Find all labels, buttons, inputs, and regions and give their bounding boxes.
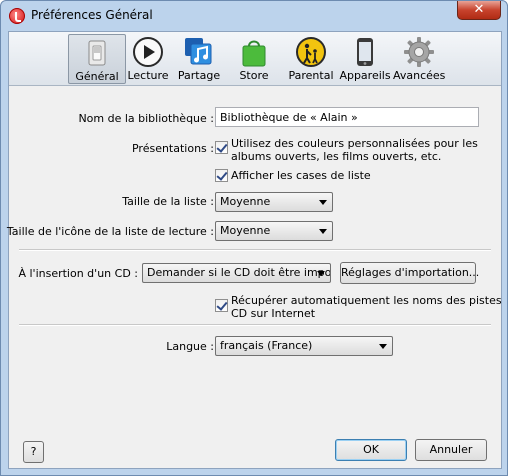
tab-appareils[interactable]: Appareils (339, 34, 391, 84)
help-button[interactable]: ? (23, 441, 44, 463)
parental-icon (296, 37, 326, 67)
auto-retrieve-names-label-line1: Récupérer automatiquement les noms des p… (231, 294, 502, 307)
ok-button[interactable]: OK (335, 439, 407, 461)
cancel-button[interactable]: Annuler (415, 439, 487, 461)
custom-colors-label-line2: albums ouverts, les films ouverts, etc. (231, 150, 442, 163)
tab-lecture[interactable]: Lecture (126, 34, 170, 84)
cd-insert-value: Demander si le CD doit être importé (147, 266, 331, 279)
store-bag-icon (242, 40, 266, 67)
import-settings-button[interactable]: Réglages d'importation... (340, 262, 479, 284)
switch-icon (88, 40, 106, 66)
chevron-down-icon (319, 200, 327, 205)
title-bar[interactable]: Préférences Général ✕ (1, 1, 507, 31)
tab-avancees[interactable]: Avancées (393, 34, 445, 84)
tab-parental[interactable]: Parental (287, 34, 335, 84)
language-label: Langue : (166, 340, 214, 353)
library-name-input[interactable] (215, 107, 479, 127)
device-icon (357, 38, 373, 66)
tab-general[interactable]: Général (68, 34, 126, 84)
language-select[interactable]: français (France) (215, 336, 393, 356)
tab-label: Parental (288, 69, 334, 82)
list-size-select[interactable]: Moyenne (215, 192, 333, 212)
preferences-toolbar: Général Lecture Partage Store Parental A… (9, 32, 501, 86)
tab-label: Store (239, 69, 269, 82)
sharing-icon (185, 38, 212, 65)
play-icon (133, 37, 163, 67)
custom-colors-label-line1: Utilisez des couleurs personnalisées pou… (231, 137, 478, 150)
auto-retrieve-names-checkbox[interactable] (215, 299, 228, 312)
playlist-icon-size-label: Taille de l'icône de la liste de lecture… (6, 225, 214, 238)
custom-colors-checkbox[interactable] (215, 141, 228, 154)
library-name-label: Nom de la bibliothèque : (78, 112, 214, 125)
auto-retrieve-names-label-line2: CD sur Internet (231, 307, 316, 320)
itunes-app-icon (9, 8, 25, 24)
tab-label: Avancées (393, 69, 446, 82)
gear-icon (404, 37, 434, 67)
playlist-icon-size-value: Moyenne (220, 224, 271, 237)
list-size-label: Taille de la liste : (122, 195, 214, 208)
language-value: français (France) (220, 339, 313, 352)
preferences-window: Préférences Général ✕ Général Lecture Pa… (0, 0, 508, 476)
window-title: Préférences Général (31, 8, 153, 22)
chevron-down-icon (379, 344, 387, 349)
show-list-checkboxes-checkbox[interactable] (215, 169, 228, 182)
cd-insert-label: À l'insertion d'un CD : (18, 267, 138, 280)
tab-label: Appareils (339, 69, 391, 82)
separator (19, 324, 491, 326)
tab-partage[interactable]: Partage (174, 34, 224, 84)
preferences-panel: Général Lecture Partage Store Parental A… (6, 31, 502, 469)
tab-label: Lecture (127, 69, 169, 82)
playlist-icon-size-select[interactable]: Moyenne (215, 221, 333, 241)
tab-store[interactable]: Store (234, 34, 274, 84)
show-list-checkboxes-label: Afficher les cases de liste (231, 169, 371, 182)
cd-insert-select[interactable]: Demander si le CD doit être importé (142, 263, 331, 283)
list-size-value: Moyenne (220, 195, 271, 208)
separator (19, 249, 491, 251)
close-button[interactable]: ✕ (457, 1, 501, 20)
tab-label: Général (75, 70, 119, 83)
tab-label: Partage (177, 69, 221, 82)
chevron-down-icon (317, 271, 325, 276)
presentations-label: Présentations : (131, 142, 214, 155)
chevron-down-icon (319, 229, 327, 234)
